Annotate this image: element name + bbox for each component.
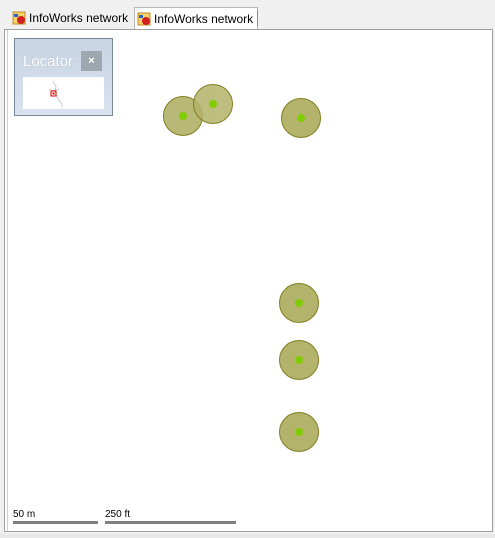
manhole-node[interactable]	[179, 112, 187, 120]
locator-title: Locator	[23, 53, 74, 70]
manhole-node[interactable]	[295, 356, 303, 364]
manhole-node[interactable]	[209, 100, 217, 108]
scale-label-imperial: 250 ft	[105, 509, 131, 520]
scale-bar-line	[105, 521, 236, 524]
scale-bar-line	[13, 521, 98, 524]
node-group	[163, 84, 321, 452]
status-strip	[0, 534, 495, 538]
scale-bar-imperial: 250 ft	[105, 509, 236, 524]
manhole-node[interactable]	[297, 114, 305, 122]
locator-map-icon	[48, 80, 64, 108]
scale-label-metric: 50 m	[13, 509, 36, 520]
manhole-node[interactable]	[295, 299, 303, 307]
locator-close-button[interactable]: ×	[81, 51, 102, 71]
scale-bar-metric: 50 m	[13, 509, 98, 524]
locator-overview[interactable]	[23, 77, 104, 109]
locator-panel[interactable]: Locator ×	[14, 38, 113, 116]
manhole-node[interactable]	[295, 428, 303, 436]
